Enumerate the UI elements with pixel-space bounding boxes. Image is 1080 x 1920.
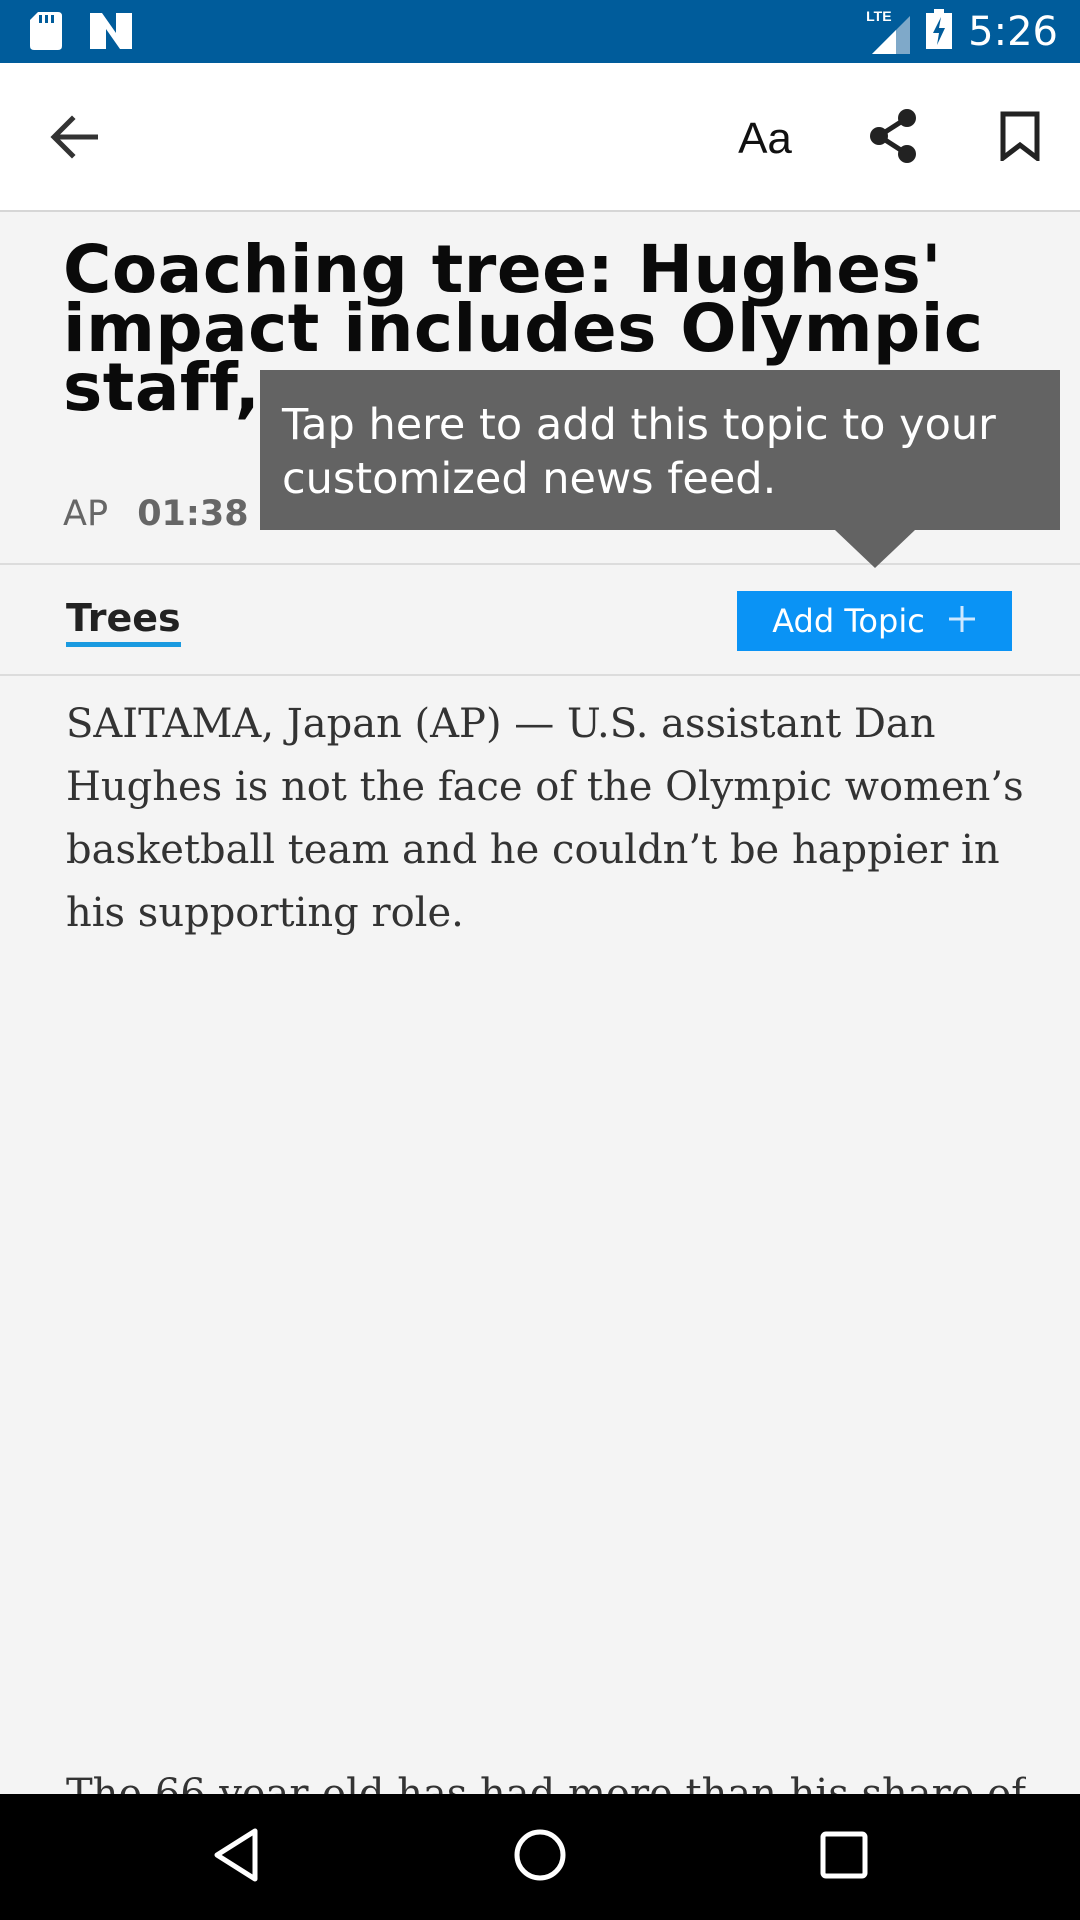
sd-card-icon (30, 12, 62, 55)
news-app-icon (90, 13, 132, 54)
back-arrow-icon (50, 114, 99, 164)
battery-charging-icon (926, 9, 953, 54)
status-time: 5:26 (968, 8, 1058, 55)
add-topic-label: Add Topic (772, 602, 925, 640)
bookmark-icon (1000, 111, 1040, 166)
article-body-paragraph: SAITAMA, Japan (AP) — U.S. assistant Dan… (66, 701, 1024, 936)
tooltip-text: Tap here to add this topic to your custo… (282, 400, 996, 504)
topic-tag[interactable]: Trees (66, 596, 181, 647)
article-toolbar: Aa (0, 63, 1080, 212)
bookmark-button[interactable] (985, 103, 1055, 173)
divider (0, 674, 1080, 676)
article-byline: AP 01:38 A (63, 494, 288, 534)
share-icon (867, 108, 919, 169)
recents-icon (819, 1830, 869, 1885)
topic-tooltip[interactable]: Tap here to add this topic to your custo… (260, 370, 1060, 530)
article-source: AP (63, 494, 109, 534)
add-topic-button[interactable]: Add Topic (737, 591, 1012, 651)
system-nav-bar (0, 1794, 1080, 1920)
signal-icon: LTE (866, 8, 911, 54)
home-icon (512, 1827, 568, 1888)
font-size-label: Aa (738, 114, 792, 163)
share-button[interactable] (858, 103, 928, 173)
divider (0, 563, 1080, 565)
tooltip-pointer (835, 530, 915, 568)
nav-recents-button[interactable] (804, 1822, 884, 1892)
plus-icon (947, 601, 977, 641)
font-size-button[interactable]: Aa (725, 105, 805, 173)
nav-home-button[interactable] (500, 1822, 580, 1892)
nav-back-button[interactable] (196, 1822, 276, 1892)
nav-back-icon (211, 1827, 261, 1888)
status-bar: LTE 5:26 (0, 0, 1080, 63)
back-button[interactable] (40, 105, 108, 173)
